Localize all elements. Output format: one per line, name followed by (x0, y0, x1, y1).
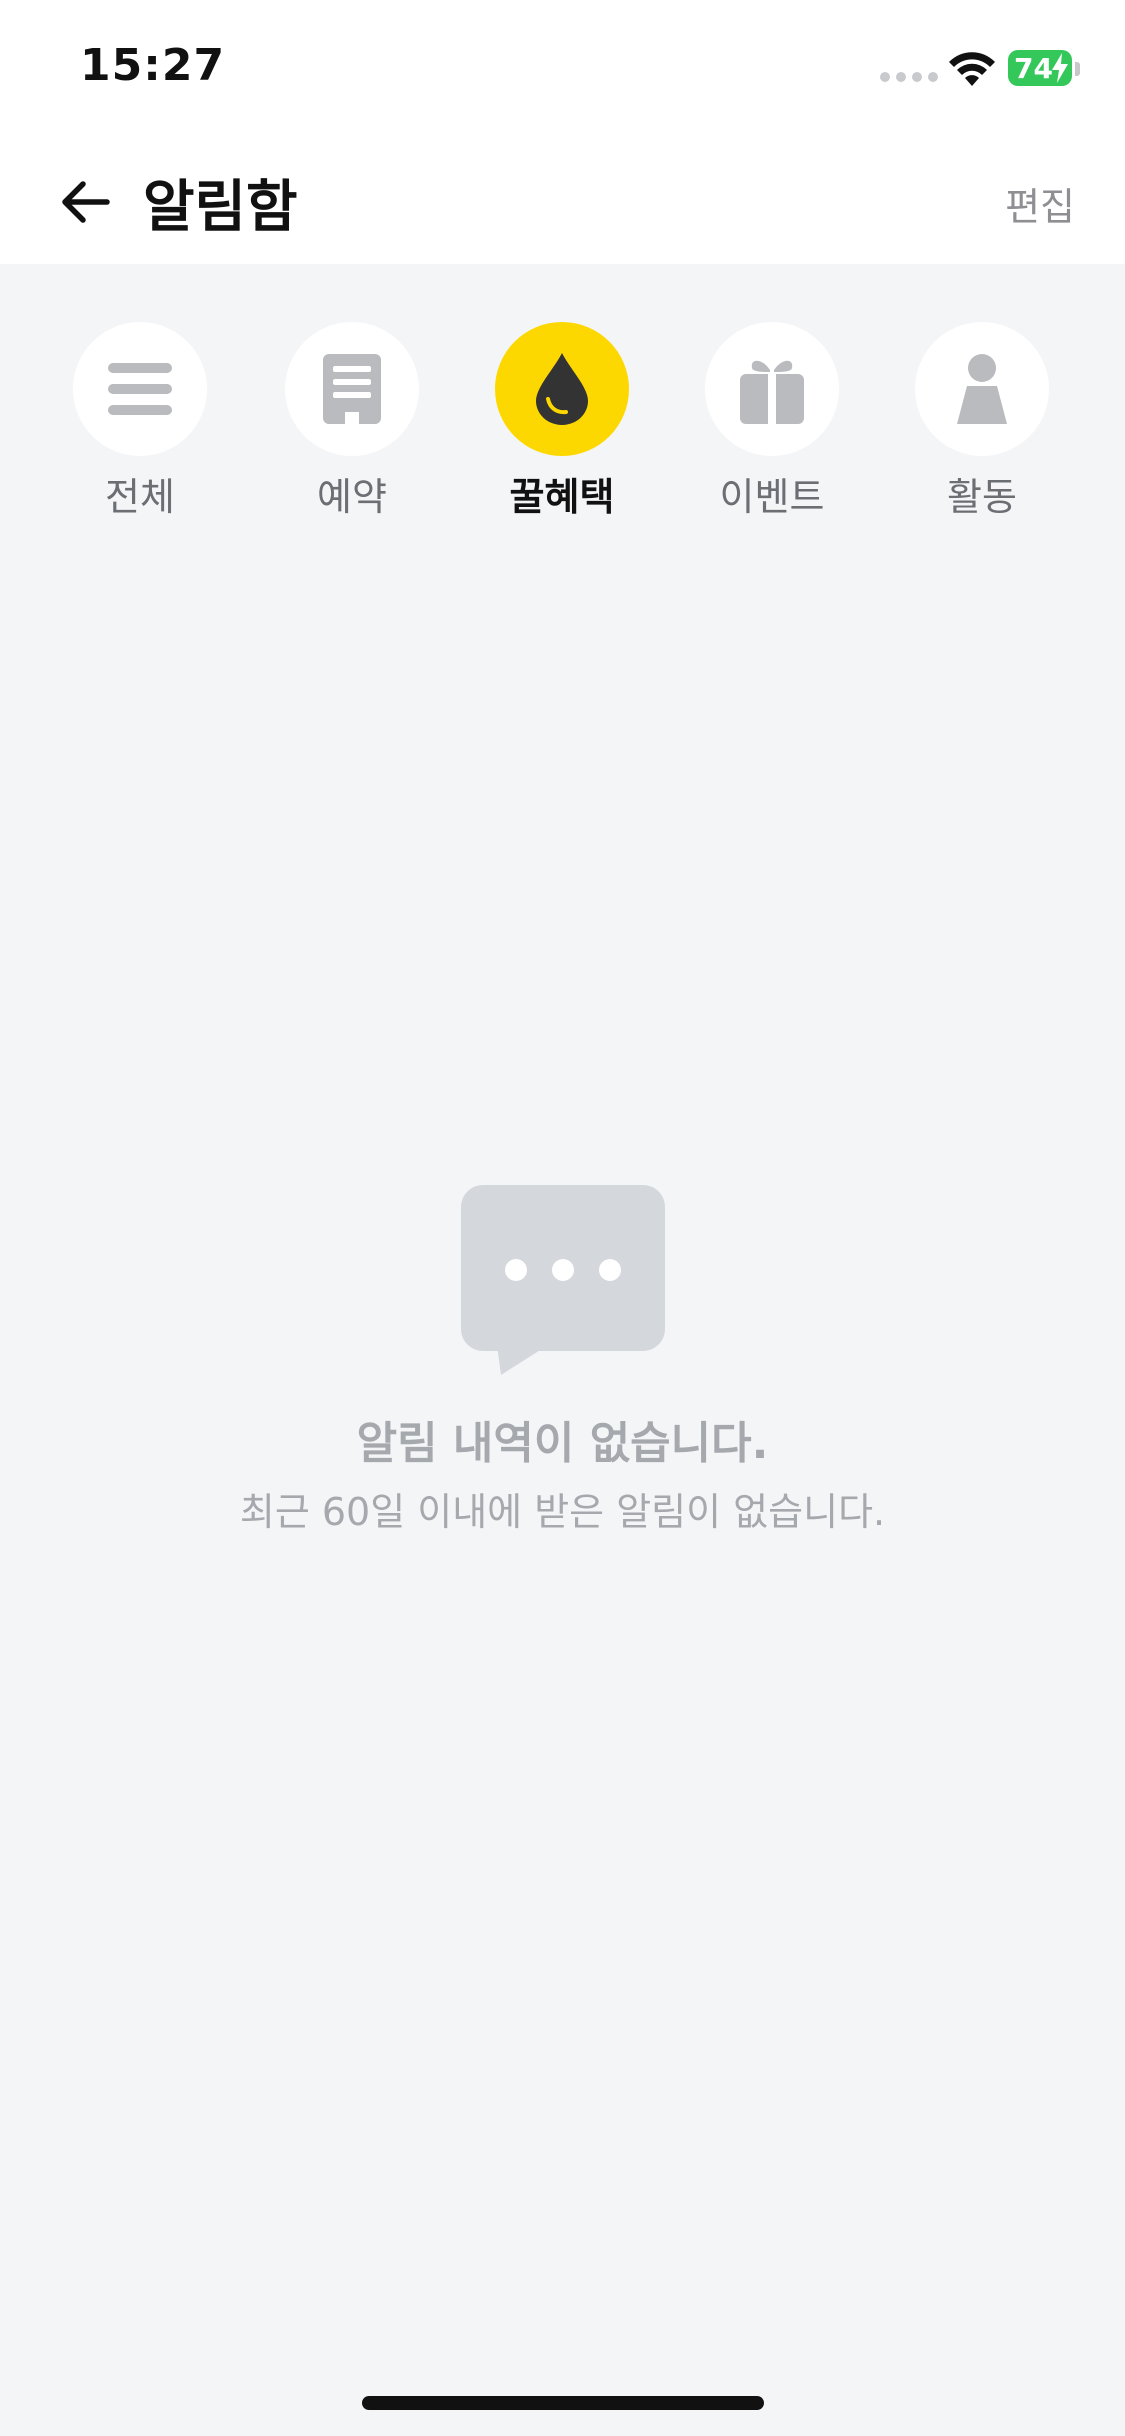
gift-icon (740, 360, 804, 424)
tab-reservation-circle (285, 322, 419, 456)
arrow-left-icon (62, 181, 110, 223)
tab-activity[interactable]: 활동 (902, 322, 1062, 521)
receipt-icon (323, 354, 381, 424)
cellular-signal-icon (880, 72, 938, 82)
status-bar: 15:27 74 (0, 0, 1125, 132)
navigation-bar: 알림함 편집 (0, 132, 1125, 264)
tab-reservation-label: 예약 (317, 475, 387, 519)
empty-state-title: 알림 내역이 없습니다. (356, 1418, 769, 1469)
category-tabs: 전체 예약 꿀혜택 이벤트 활동 (0, 322, 1125, 522)
status-time: 15:27 (80, 40, 226, 91)
chat-bubble-icon (460, 1185, 665, 1375)
empty-state: 알림 내역이 없습니다. 최근 60일 이내에 받은 알림이 없습니다. (0, 1185, 1125, 1536)
honey-drop-icon (536, 353, 588, 425)
person-icon (957, 354, 1007, 424)
tab-event[interactable]: 이벤트 (692, 322, 852, 521)
tab-honey-benefits-label: 꿀혜택 (509, 475, 615, 519)
tab-event-circle (705, 322, 839, 456)
tab-activity-label: 활동 (947, 475, 1017, 519)
menu-lines-icon (108, 363, 172, 415)
empty-state-subtitle: 최근 60일 이내에 받은 알림이 없습니다. (239, 1490, 886, 1534)
battery-cap (1075, 62, 1080, 76)
tab-all-label: 전체 (105, 475, 175, 519)
tab-all[interactable]: 전체 (60, 322, 220, 521)
tab-honey-benefits-circle (495, 322, 629, 456)
home-indicator[interactable] (362, 2396, 764, 2410)
tab-honey-benefits[interactable]: 꿀혜택 (482, 322, 642, 521)
edit-button[interactable]: 편집 (1005, 176, 1075, 231)
tab-all-circle (73, 322, 207, 456)
tab-activity-circle (915, 322, 1049, 456)
page-title: 알림함 (143, 175, 298, 240)
charging-bolt-icon (1052, 53, 1068, 83)
wifi-icon (949, 52, 995, 86)
battery-level: 74 (1014, 51, 1053, 85)
tab-event-label: 이벤트 (719, 475, 825, 519)
tab-reservation[interactable]: 예약 (272, 322, 432, 521)
back-button[interactable] (50, 167, 120, 237)
